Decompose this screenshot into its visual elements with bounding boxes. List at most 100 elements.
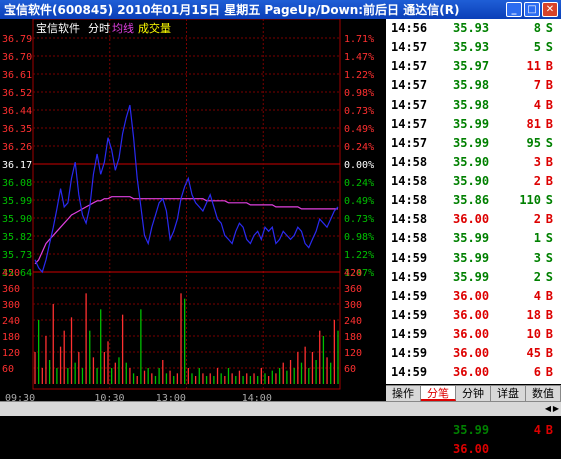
volume-tick-label-right: 240: [344, 316, 362, 327]
tick-volume: 8: [533, 21, 541, 35]
tick-side: B: [545, 78, 553, 93]
close-button[interactable]: ✕: [542, 2, 558, 17]
tick-row: 14:57 35.99 95 S: [386, 134, 561, 153]
price-tick-label: 35.99: [2, 196, 32, 207]
tick-price: 35.99: [453, 250, 490, 265]
legend-volume: 成交量: [138, 21, 171, 35]
tick-row: 15:00 36.00 0: [386, 440, 561, 459]
pct-tick-label: 0.49%: [344, 196, 374, 207]
volume-tick-label: 420: [2, 268, 20, 279]
tick-time: 14:59: [391, 250, 428, 265]
tick-side: B: [545, 59, 553, 74]
tick-row: 14:58 35.86 110 S: [386, 191, 561, 210]
pct-tick-label: 0.98%: [344, 88, 374, 99]
price-tick-label: 36.35: [2, 124, 32, 135]
pct-tick-label: 0.73%: [344, 106, 374, 117]
pct-tick-label: 0.00%: [344, 160, 374, 171]
tab-操作[interactable]: 操作: [386, 386, 421, 401]
tick-volume: 0: [533, 441, 541, 456]
tab-详盘[interactable]: 详盘: [491, 386, 526, 401]
tick-time: 14:57: [391, 40, 428, 55]
pct-tick-label: 0.24%: [344, 142, 374, 153]
tick-row: 14:56 35.93 8 S: [386, 19, 561, 38]
tick-row: 14:58 35.99 1 S: [386, 229, 561, 248]
tick-row: 14:59 36.00 4 B: [386, 287, 561, 306]
tick-row: 14:57 35.98 4 B: [386, 96, 561, 115]
tick-price: 35.93: [453, 21, 490, 35]
tick-list[interactable]: 14:56 35.93 8 S 14:57 35.93 5 S 14:57 35.97 11 B 14:…: [386, 19, 561, 456]
tab-分笔[interactable]: 分笔: [421, 386, 456, 401]
tick-time: 14:58: [391, 154, 428, 169]
pct-tick-label: 0.98%: [344, 232, 374, 243]
price-tick-label: 36.79: [2, 34, 32, 45]
tick-time: 14:59: [391, 365, 428, 380]
price-tick-label: 36.44: [2, 106, 32, 117]
scroll-right-icon[interactable]: ▶: [551, 404, 561, 414]
tick-side: S: [545, 21, 553, 35]
tab-分钟[interactable]: 分钟: [456, 386, 491, 401]
tick-row: 14:57 35.99 81 B: [386, 115, 561, 134]
volume-tick-label-right: 360: [344, 284, 362, 295]
tick-volume: 95: [526, 135, 541, 150]
tick-row: 14:59 35.99 3 S: [386, 249, 561, 268]
pct-tick-label: 0.49%: [344, 124, 374, 135]
tick-row: 14:58 36.00 2 B: [386, 210, 561, 229]
tick-time: 14:58: [391, 212, 428, 227]
tick-row: 14:57 35.98 7 B: [386, 76, 561, 95]
tick-side: S: [545, 193, 553, 208]
tick-side: B: [545, 307, 553, 322]
tick-volume: 110: [519, 193, 541, 208]
tick-time: 14:57: [391, 59, 428, 74]
tick-volume: 2: [533, 174, 541, 189]
tick-price: 35.93: [453, 40, 490, 55]
tick-time: 14:59: [391, 327, 428, 342]
tick-time: 14:59: [391, 269, 428, 284]
tick-row: 14:57 35.93 5 S: [386, 38, 561, 57]
tick-volume: 3: [533, 250, 541, 265]
tick-volume: 6: [533, 365, 541, 380]
tick-volume: 18: [526, 307, 541, 322]
tick-volume: 81: [526, 116, 541, 131]
pct-tick-label: 0.24%: [344, 178, 374, 189]
tick-price: 35.99: [453, 269, 490, 284]
volume-tick-label-right: 120: [344, 348, 362, 359]
tick-row: 14:58 35.90 2 B: [386, 172, 561, 191]
tick-time: 14:57: [391, 135, 428, 150]
tick-price: 36.00: [453, 288, 490, 303]
maximize-button[interactable]: □: [524, 2, 540, 17]
price-tick-label: 36.61: [2, 70, 32, 81]
tick-volume: 45: [526, 346, 541, 361]
window-title: 宝信软件(600845) 2010年01月15日 星期五 PageUp/Down…: [4, 3, 460, 17]
tick-side: B: [545, 174, 553, 189]
status-bar: ◀ ▶: [0, 401, 561, 416]
tick-time: 15:00: [391, 441, 428, 456]
tick-price: 36.00: [453, 212, 490, 227]
tick-row: 14:59 36.00 10 B: [386, 325, 561, 344]
tick-row: 14:59 36.00 6 B: [386, 363, 561, 382]
tick-side: B: [545, 116, 553, 131]
tick-price: 35.99: [453, 231, 490, 246]
tick-side: B: [545, 212, 553, 227]
tick-volume: 1: [533, 231, 541, 246]
price-tick-label: 35.73: [2, 250, 32, 261]
price-tick-label: 36.52: [2, 88, 32, 99]
tick-volume: 5: [533, 40, 541, 55]
price-tick-label: 36.08: [2, 178, 32, 189]
tick-time: 14:58: [391, 231, 428, 246]
tab-数值[interactable]: 数值: [526, 386, 561, 401]
price-tick-label: 36.17: [2, 160, 32, 171]
price-tick-label: 35.90: [2, 214, 32, 225]
tick-row: 14:57 35.97 11 B: [386, 57, 561, 76]
tick-volume: 2: [533, 212, 541, 227]
tick-price: 35.98: [453, 97, 490, 112]
tick-side: B: [545, 346, 553, 361]
price-tick-label: 36.26: [2, 142, 32, 153]
volume-tick-label-right: 60: [344, 364, 356, 375]
pct-tick-label: 1.47%: [344, 52, 374, 63]
legend-minute: 分时: [88, 22, 110, 35]
tick-volume: 3: [533, 154, 541, 169]
tick-row: 14:59 35.99 2 S: [386, 268, 561, 287]
intraday-chart[interactable]: 36.79 1.71% 36.70 1.47% 36.61 1.22% 36.52 0.98%…: [0, 19, 386, 409]
minimize-button[interactable]: _: [506, 2, 522, 17]
pct-tick-label: 0.73%: [344, 214, 374, 225]
